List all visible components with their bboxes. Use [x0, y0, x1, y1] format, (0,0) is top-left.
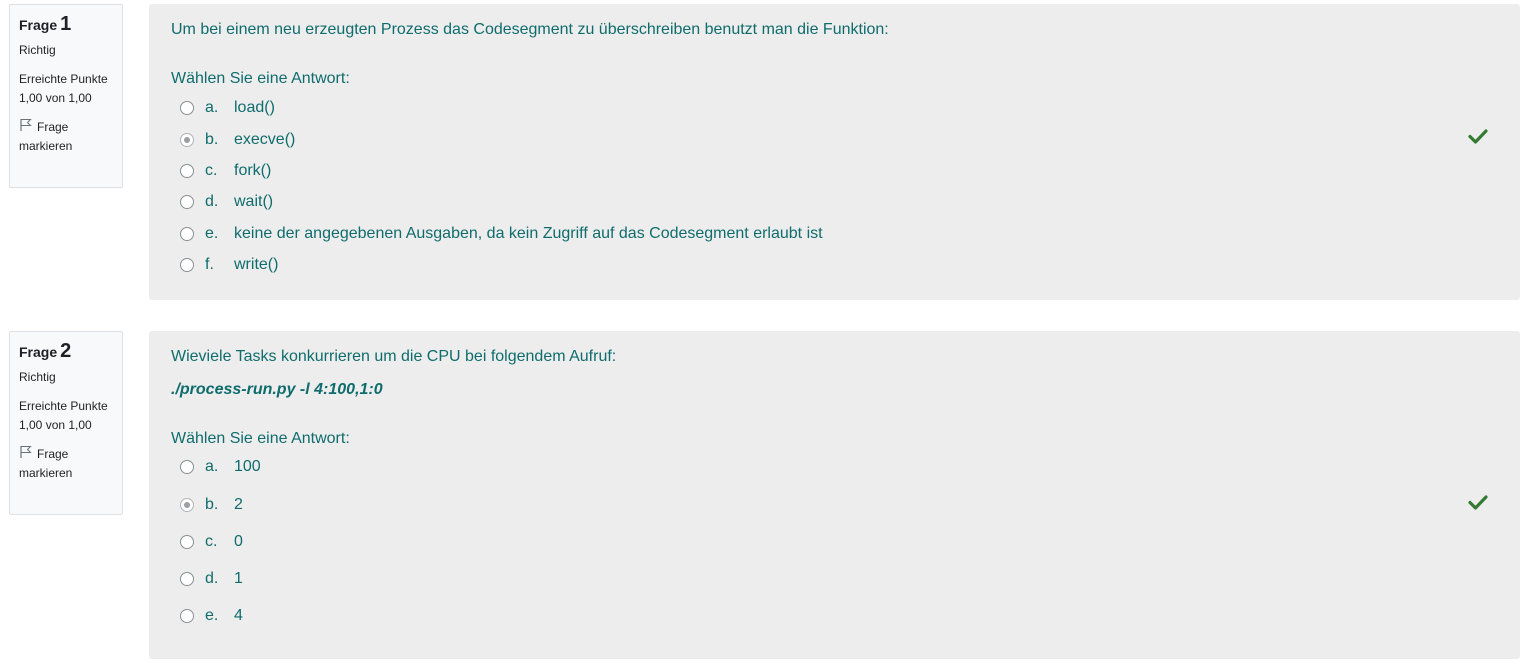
check-icon [1468, 129, 1488, 144]
question-text: Wieviele Tasks konkurrieren um die CPU b… [171, 348, 617, 365]
answer-text: execve() [234, 131, 296, 148]
answer-letter: d. [205, 193, 219, 210]
radio-button[interactable] [180, 164, 194, 178]
answer-text: load() [234, 99, 275, 116]
answer-letter: d. [205, 570, 219, 587]
radio-button[interactable] [180, 101, 194, 115]
answer-text: 0 [234, 533, 243, 550]
radio-button[interactable] [180, 258, 194, 272]
answer-text: 4 [234, 607, 243, 624]
flag-icon [20, 446, 32, 458]
radio-button[interactable] [180, 460, 194, 474]
question-info: Frage 2 Richtig Erreichte Punkte 1,00 von… [9, 331, 123, 515]
answer-option-d[interactable]: d. wait() [180, 191, 273, 213]
question-number: Frage 2 [19, 340, 72, 362]
answer-text: keine der angegebenen Ausgaben, da kein … [234, 225, 823, 242]
answer-option-d[interactable]: d. 1 [180, 568, 243, 590]
answer-letter: c. [205, 162, 218, 179]
answer-letter: b. [205, 131, 219, 148]
answer-option-a[interactable]: a. load() [180, 97, 275, 119]
answer-letter: f. [205, 256, 214, 273]
answer-text: 1 [234, 570, 243, 587]
radio-button[interactable] [180, 227, 194, 241]
flag-question-button[interactable]: Frage markieren [19, 118, 113, 156]
flag-question-button[interactable]: Frage markieren [19, 445, 113, 483]
answer-letter: e. [205, 607, 219, 624]
answer-text: fork() [234, 162, 272, 179]
answer-letter: c. [205, 533, 218, 550]
question-text: Um bei einem neu erzeugten Prozess das C… [171, 21, 889, 38]
question-number: Frage 1 [19, 13, 72, 35]
question-info: Frage 1 Richtig Erreichte Punkte 1,00 von… [9, 4, 123, 188]
radio-button[interactable] [180, 195, 194, 209]
answer-prompt: Wählen Sie eine Antwort: [171, 430, 350, 447]
answer-text: 2 [234, 496, 243, 513]
question-state: Richtig [19, 370, 56, 384]
answer-text: write() [234, 256, 279, 273]
answer-option-e[interactable]: e. 4 [180, 605, 243, 627]
answer-option-c[interactable]: c. 0 [180, 531, 243, 553]
answer-option-c[interactable]: c. fork() [180, 160, 271, 182]
answer-option-f[interactable]: f. write() [180, 254, 278, 276]
question-content: Wieviele Tasks konkurrieren um die CPU b… [149, 331, 1520, 659]
check-icon [1468, 495, 1488, 510]
answer-letter: b. [205, 496, 219, 513]
answer-letter: a. [205, 458, 219, 475]
question-grade: Erreichte Punkte 1,00 von 1,00 [19, 399, 108, 432]
radio-button[interactable] [180, 535, 194, 549]
answer-prompt: Wählen Sie eine Antwort: [171, 70, 350, 87]
question-content: Um bei einem neu erzeugten Prozess das C… [149, 4, 1520, 300]
question-code: ./process-run.py -l 4:100,1:0 [171, 381, 383, 398]
radio-button[interactable] [180, 609, 194, 623]
answer-option-b[interactable]: b. 2 [180, 494, 243, 516]
answer-letter: a. [205, 99, 219, 116]
answer-letter: e. [205, 225, 219, 242]
radio-button-selected[interactable] [180, 133, 194, 147]
radio-button[interactable] [180, 572, 194, 586]
radio-button-selected[interactable] [180, 498, 194, 512]
answer-option-a[interactable]: a. 100 [180, 456, 261, 478]
question-grade: Erreichte Punkte 1,00 von 1,00 [19, 72, 108, 105]
flag-icon [20, 119, 32, 131]
answer-text: 100 [234, 458, 261, 475]
answer-text: wait() [234, 193, 274, 210]
question-state: Richtig [19, 43, 56, 57]
answer-option-e[interactable]: e. keine der angegebenen Ausgaben, da ke… [180, 223, 823, 245]
answer-option-b[interactable]: b. execve() [180, 129, 295, 151]
